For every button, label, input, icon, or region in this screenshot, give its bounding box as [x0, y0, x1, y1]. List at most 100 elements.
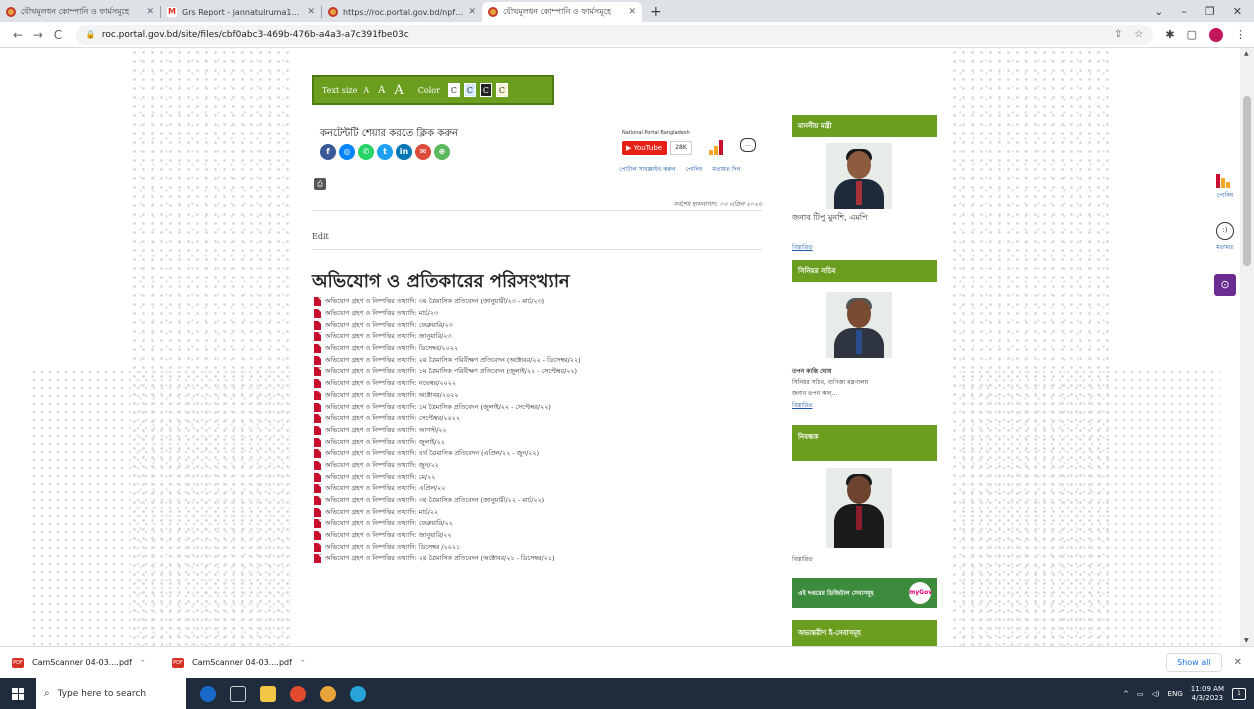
edit-link[interactable]: Edit: [312, 232, 329, 241]
minister-details-link[interactable]: বিস্তারিত: [792, 242, 813, 253]
reload-icon[interactable]: C: [48, 28, 68, 42]
document-link[interactable]: অভিযোগ গ্রহণ ও নিষ্পত্তির তথ্যাদি: জানুয…: [325, 530, 452, 541]
document-link[interactable]: অভিযোগ গ্রহণ ও নিষ্পত্তির তথ্যাদি: ফেব্র…: [325, 320, 453, 331]
browser-menu-icon[interactable]: ⋮: [1235, 28, 1246, 41]
download-item[interactable]: PDF CamScanner 04-03....pdf ⌃: [172, 657, 332, 668]
document-link[interactable]: অভিযোগ গ্রহণ ও নিষ্পত্তির তথ্যাদি: ফেব্র…: [325, 518, 453, 529]
color-swatch-button[interactable]: C: [463, 83, 476, 97]
text-size-large-button[interactable]: A: [394, 83, 403, 98]
task-view-icon[interactable]: [230, 685, 246, 702]
email-icon[interactable]: ✉: [415, 144, 431, 160]
poll-chart-icon[interactable]: [709, 140, 727, 155]
show-all-downloads-button[interactable]: Show all: [1166, 653, 1222, 672]
taskbar-search-box[interactable]: ⌕ Type here to search: [36, 678, 186, 709]
document-list-item[interactable]: অভিযোগ গ্রহণ ও নিষ্পত্তির তথ্যাদি: মার্চ…: [314, 506, 774, 518]
edge-icon[interactable]: [350, 685, 366, 702]
chrome-icon[interactable]: [290, 685, 306, 702]
volume-icon[interactable]: ◁): [1152, 690, 1160, 698]
document-link[interactable]: অভিযোগ গ্রহণ ও নিষ্পত্তির তথ্যাদি: মার্চ…: [325, 507, 438, 518]
subscribe-link[interactable]: পোর্টাল সাবস্ক্রাইব করুন: [619, 164, 675, 175]
file-explorer-icon[interactable]: [260, 685, 276, 702]
document-link[interactable]: অভিযোগ গ্রহণ ও নিষ্পত্তির তথ্যাদি: ১ম ত্…: [325, 402, 551, 413]
floating-feedback-button[interactable]: :) মতামত: [1210, 222, 1240, 253]
color-swatch-button[interactable]: C: [495, 83, 508, 97]
tray-overflow-icon[interactable]: ^: [1123, 690, 1129, 698]
scrollbar-thumb[interactable]: [1243, 96, 1251, 266]
clock[interactable]: 11:09 AM 4/3/2023: [1191, 685, 1224, 703]
chevron-up-icon[interactable]: ⌃: [140, 659, 146, 667]
youtube-button[interactable]: ▶ YouTube: [622, 141, 667, 155]
scroll-down-icon[interactable]: ▼: [1244, 637, 1249, 644]
feedback-chat-icon[interactable]: …: [740, 138, 756, 152]
text-size-small-button[interactable]: A: [363, 86, 369, 95]
download-item[interactable]: PDF CamScanner 04-03....pdf ⌃: [12, 657, 172, 668]
document-list-item[interactable]: অভিযোগ গ্রহণ ও নিষ্পত্তির তথ্যাদি: ১ম ত্…: [314, 366, 774, 378]
mygov-digital-services-banner[interactable]: এই দপ্তরের ডিজিটাল সেবাসমূহ myGov: [792, 578, 937, 608]
scroll-up-icon[interactable]: ▲: [1244, 50, 1249, 57]
document-link[interactable]: অভিযোগ গ্রহণ ও নিষ্পত্তির তথ্যাদি: নভেম্…: [325, 378, 456, 389]
document-list-item[interactable]: অভিযোগ গ্রহণ ও নিষ্পত্তির তথ্যাদি: ফেব্র…: [314, 518, 774, 530]
document-list-item[interactable]: অভিযোগ গ্রহণ ও নিষ্পত্তির তথ্যাদি: জুন/২…: [314, 460, 774, 472]
close-window-icon[interactable]: ✕: [1233, 5, 1242, 18]
messenger-icon[interactable]: ◎: [339, 144, 355, 160]
close-tab-icon[interactable]: ✕: [628, 7, 636, 17]
document-list-item[interactable]: অভিযোগ গ্রহণ ও নিষ্পত্তির তথ্যাদি: ডিসেম…: [314, 541, 774, 553]
document-link[interactable]: অভিযোগ গ্রহণ ও নিষ্পত্তির তথ্যাদি: জুলাই…: [325, 437, 445, 448]
registrar-details-link[interactable]: বিস্তারিত: [792, 554, 813, 565]
document-link[interactable]: অভিযোগ গ্রহণ ও নিষ্পত্তির তথ্যাদি: ১ম ত্…: [325, 366, 577, 377]
document-list-item[interactable]: অভিযোগ গ্রহণ ও নিষ্পত্তির তথ্যাদি: ২য় ত…: [314, 553, 774, 565]
linkedin-icon[interactable]: in: [396, 144, 412, 160]
close-tab-icon[interactable]: ✕: [146, 7, 154, 17]
browser-tab[interactable]: https://roc.portal.gov.bd/npfadm ✕: [322, 2, 482, 22]
document-link[interactable]: অভিযোগ গ্রহণ ও নিষ্পত্তির তথ্যাদি: জুন/২…: [325, 460, 439, 471]
page-scrollbar[interactable]: ▲ ▼: [1240, 48, 1254, 646]
tab-search-icon[interactable]: ⌄: [1154, 5, 1163, 18]
document-list-item[interactable]: অভিযোগ গ্রহণ ও নিষ্পত্তির তথ্যাদি: ৩য় ত…: [314, 495, 774, 507]
start-button[interactable]: [0, 678, 36, 709]
feedback-link[interactable]: মতামত দিন: [713, 164, 741, 175]
close-shelf-icon[interactable]: ✕: [1234, 657, 1242, 668]
document-link[interactable]: অভিযোগ গ্রহণ ও নিষ্পত্তির তথ্যাদি: জানুয…: [325, 331, 452, 342]
minimize-icon[interactable]: –: [1181, 5, 1187, 18]
document-link[interactable]: অভিযোগ গ্রহণ ও নিষ্পত্তির তথ্যাদি: ডিসেম…: [325, 542, 460, 553]
lock-icon[interactable]: 🔒: [86, 30, 96, 39]
document-list-item[interactable]: অভিযোগ গ্রহণ ও নিষ্পত্তির তথ্যাদি: নভেম্…: [314, 378, 774, 390]
document-list-item[interactable]: অভিযোগ গ্রহণ ও নিষ্পত্তির তথ্যাদি: ৩য় ত…: [314, 296, 774, 308]
firefox-icon[interactable]: [320, 685, 336, 702]
maximize-icon[interactable]: ❐: [1205, 5, 1215, 18]
browser-tab-active[interactable]: যৌথমূলধন কোম্পানি ও ফার্মসমূহে ✕: [482, 2, 642, 22]
facebook-icon[interactable]: f: [320, 144, 336, 160]
document-link[interactable]: অভিযোগ গ্রহণ ও নিষ্পত্তির তথ্যাদি: মার্চ…: [325, 308, 438, 319]
network-icon[interactable]: ▭: [1137, 690, 1144, 698]
document-list-item[interactable]: অভিযোগ গ্রহণ ও নিষ্পত্তির তথ্যাদি: মে/২২: [314, 471, 774, 483]
text-size-medium-button[interactable]: A: [378, 85, 385, 96]
floating-poll-button[interactable]: পোলিং: [1210, 174, 1240, 201]
document-list-item[interactable]: অভিযোগ গ্রহণ ও নিষ্পত্তির তথ্যাদি: ফেব্র…: [314, 319, 774, 331]
document-list-item[interactable]: অভিযোগ গ্রহণ ও নিষ্পত্তির তথ্যাদি: ১ম ত্…: [314, 401, 774, 413]
forward-icon[interactable]: →: [28, 28, 48, 42]
new-tab-button[interactable]: +: [642, 4, 670, 22]
color-swatch-button[interactable]: C: [479, 83, 492, 97]
share-page-icon[interactable]: ⇪: [1114, 29, 1122, 40]
document-link[interactable]: অভিযোগ গ্রহণ ও নিষ্পত্তির তথ্যাদি: ৩য় ত…: [325, 296, 544, 307]
document-list-item[interactable]: অভিযোগ গ্রহণ ও নিষ্পত্তির তথ্যাদি: ডিসেম…: [314, 343, 774, 355]
side-panel-icon[interactable]: ▢: [1187, 28, 1197, 41]
document-link[interactable]: অভিযোগ গ্রহণ ও নিষ্পত্তির তথ্যাদি: এপ্রি…: [325, 483, 445, 494]
profile-avatar[interactable]: [1209, 27, 1223, 42]
document-link[interactable]: অভিযোগ গ্রহণ ও নিষ্পত্তির তথ্যাদি: আগস্ট…: [325, 425, 447, 436]
bookmark-star-icon[interactable]: ☆: [1134, 29, 1143, 40]
document-link[interactable]: অভিযোগ গ্রহণ ও নিষ্পত্তির তথ্যাদি: ডিসেম…: [325, 343, 458, 354]
notifications-icon[interactable]: 1: [1232, 687, 1246, 700]
document-list-item[interactable]: অভিযোগ গ্রহণ ও নিষ্পত্তির তথ্যাদি: মার্চ…: [314, 308, 774, 320]
extensions-icon[interactable]: ✱: [1165, 28, 1174, 41]
poll-link[interactable]: পোলিং: [685, 164, 702, 175]
print-icon[interactable]: ⎙: [314, 178, 326, 190]
document-link[interactable]: অভিযোগ গ্রহণ ও নিষ্পত্তির তথ্যাদি: ২য় ত…: [325, 553, 554, 564]
color-swatch-button[interactable]: C: [447, 83, 460, 97]
url-text[interactable]: roc.portal.gov.bd/site/files/cbf0abc3-46…: [102, 30, 409, 40]
whatsapp-icon[interactable]: ✆: [358, 144, 374, 160]
document-list-item[interactable]: অভিযোগ গ্রহণ ও নিষ্পত্তির তথ্যাদি: ২য় ত…: [314, 354, 774, 366]
document-link[interactable]: অভিযোগ গ্রহণ ও নিষ্পত্তির তথ্যাদি: মে/২২: [325, 472, 435, 483]
document-link[interactable]: অভিযোগ গ্রহণ ও নিষ্পত্তির তথ্যাদি: ৩য় ত…: [325, 495, 544, 506]
document-list-item[interactable]: অভিযোগ গ্রহণ ও নিষ্পত্তির তথ্যাদি: ৪র্থ …: [314, 448, 774, 460]
